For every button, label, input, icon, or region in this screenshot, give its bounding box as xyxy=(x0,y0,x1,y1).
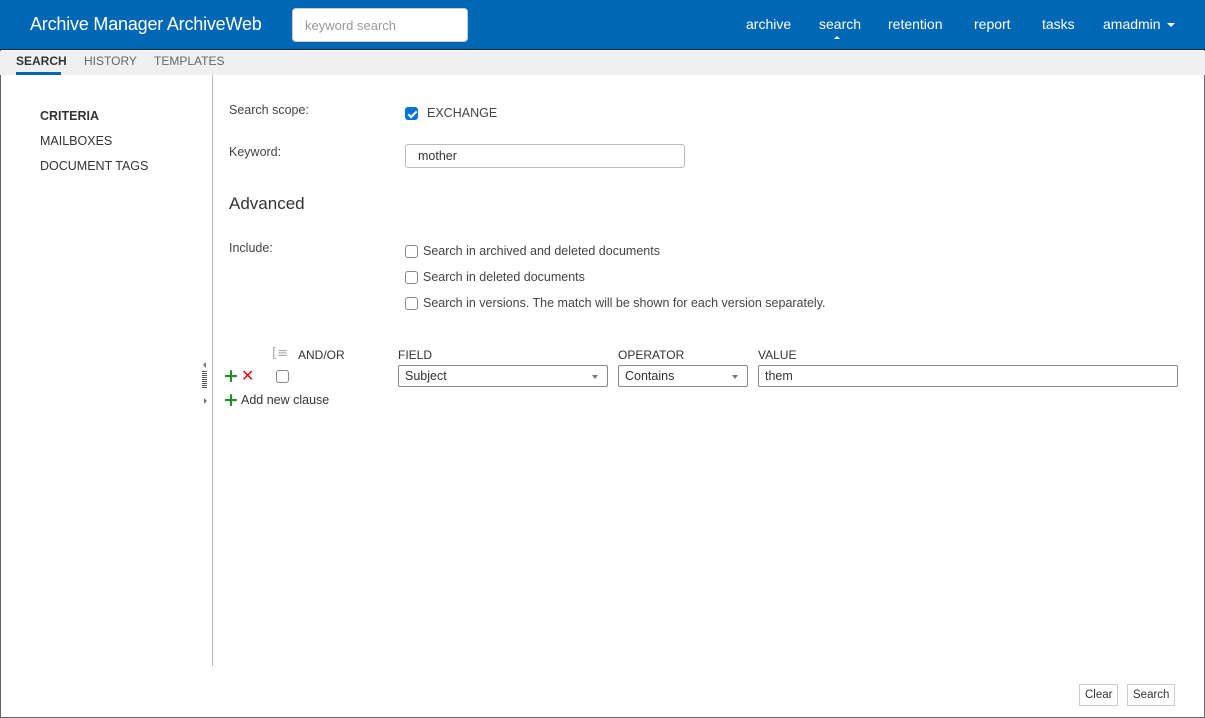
tab-search[interactable]: SEARCH xyxy=(16,54,67,68)
sidebar-item-document-tags[interactable]: DOCUMENT TAGS xyxy=(40,159,148,173)
archived-deleted-label: Search in archived and deleted documents xyxy=(423,244,660,258)
search-button[interactable]: Search xyxy=(1127,684,1176,706)
window-frame xyxy=(0,0,1205,718)
tab-history[interactable]: HISTORY xyxy=(84,54,137,68)
active-tab-underline xyxy=(16,72,61,75)
deleted-checkbox[interactable] xyxy=(405,271,418,284)
sidebar-divider xyxy=(212,75,213,666)
sidebar-item-mailboxes[interactable]: MAILBOXES xyxy=(40,134,112,148)
versions-checkbox[interactable] xyxy=(405,297,418,310)
value-input[interactable] xyxy=(758,365,1178,387)
user-menu[interactable]: amadmin xyxy=(1103,16,1175,32)
collapse-left-icon[interactable] xyxy=(203,362,206,368)
resize-grip-handle[interactable] xyxy=(202,371,207,389)
nav-retention[interactable]: retention xyxy=(888,16,942,32)
user-name: amadmin xyxy=(1103,16,1161,32)
andor-header: AND/OR xyxy=(298,348,345,362)
add-new-clause-label: Add new clause xyxy=(241,393,330,407)
field-select[interactable]: Subject xyxy=(398,365,608,387)
chevron-down-icon xyxy=(1166,23,1175,28)
app-title: Archive Manager ArchiveWeb xyxy=(30,14,262,34)
advanced-heading: Advanced xyxy=(229,194,305,213)
nav-report[interactable]: report xyxy=(974,16,1011,32)
chevron-down-icon xyxy=(732,375,738,379)
expand-right-icon[interactable] xyxy=(204,398,207,404)
clause-checkbox[interactable] xyxy=(276,370,289,383)
group-clauses-icon[interactable]: [≡ xyxy=(272,347,288,360)
keyword-field[interactable] xyxy=(405,144,685,168)
add-clause-icon[interactable]: + xyxy=(223,367,239,386)
operator-select-value: Contains xyxy=(625,369,675,383)
nav-tasks[interactable]: tasks xyxy=(1042,16,1075,32)
keyword-label: Keyword: xyxy=(229,145,282,159)
value-header: VALUE xyxy=(758,348,797,362)
clear-button[interactable]: Clear xyxy=(1079,684,1119,706)
active-nav-indicator-icon xyxy=(834,36,840,39)
include-label: Include: xyxy=(229,241,273,255)
field-select-value: Subject xyxy=(405,369,447,383)
archived-deleted-checkbox[interactable] xyxy=(405,245,418,258)
operator-header: OPERATOR xyxy=(618,348,685,362)
sidebar-item-criteria[interactable]: CRITERIA xyxy=(40,109,99,123)
versions-label: Search in versions. The match will be sh… xyxy=(423,296,826,310)
nav-archive[interactable]: archive xyxy=(746,16,791,32)
delete-clause-icon[interactable]: ✕ xyxy=(241,368,254,384)
field-header: FIELD xyxy=(398,348,433,362)
nav-search[interactable]: search xyxy=(819,16,861,32)
top-navbar: Archive Manager ArchiveWeb archive searc… xyxy=(0,0,1205,50)
sub-tabs: SEARCH HISTORY TEMPLATES xyxy=(0,51,1205,75)
search-scope-label: Search scope: xyxy=(229,103,309,117)
deleted-label: Search in deleted documents xyxy=(423,270,585,284)
exchange-checkbox[interactable] xyxy=(405,107,418,120)
chevron-down-icon xyxy=(592,375,598,379)
plus-icon: + xyxy=(223,389,239,411)
tab-templates[interactable]: TEMPLATES xyxy=(154,54,224,68)
exchange-label: EXCHANGE xyxy=(427,106,498,120)
operator-select[interactable]: Contains xyxy=(618,365,748,387)
keyword-search-input[interactable] xyxy=(292,8,468,42)
